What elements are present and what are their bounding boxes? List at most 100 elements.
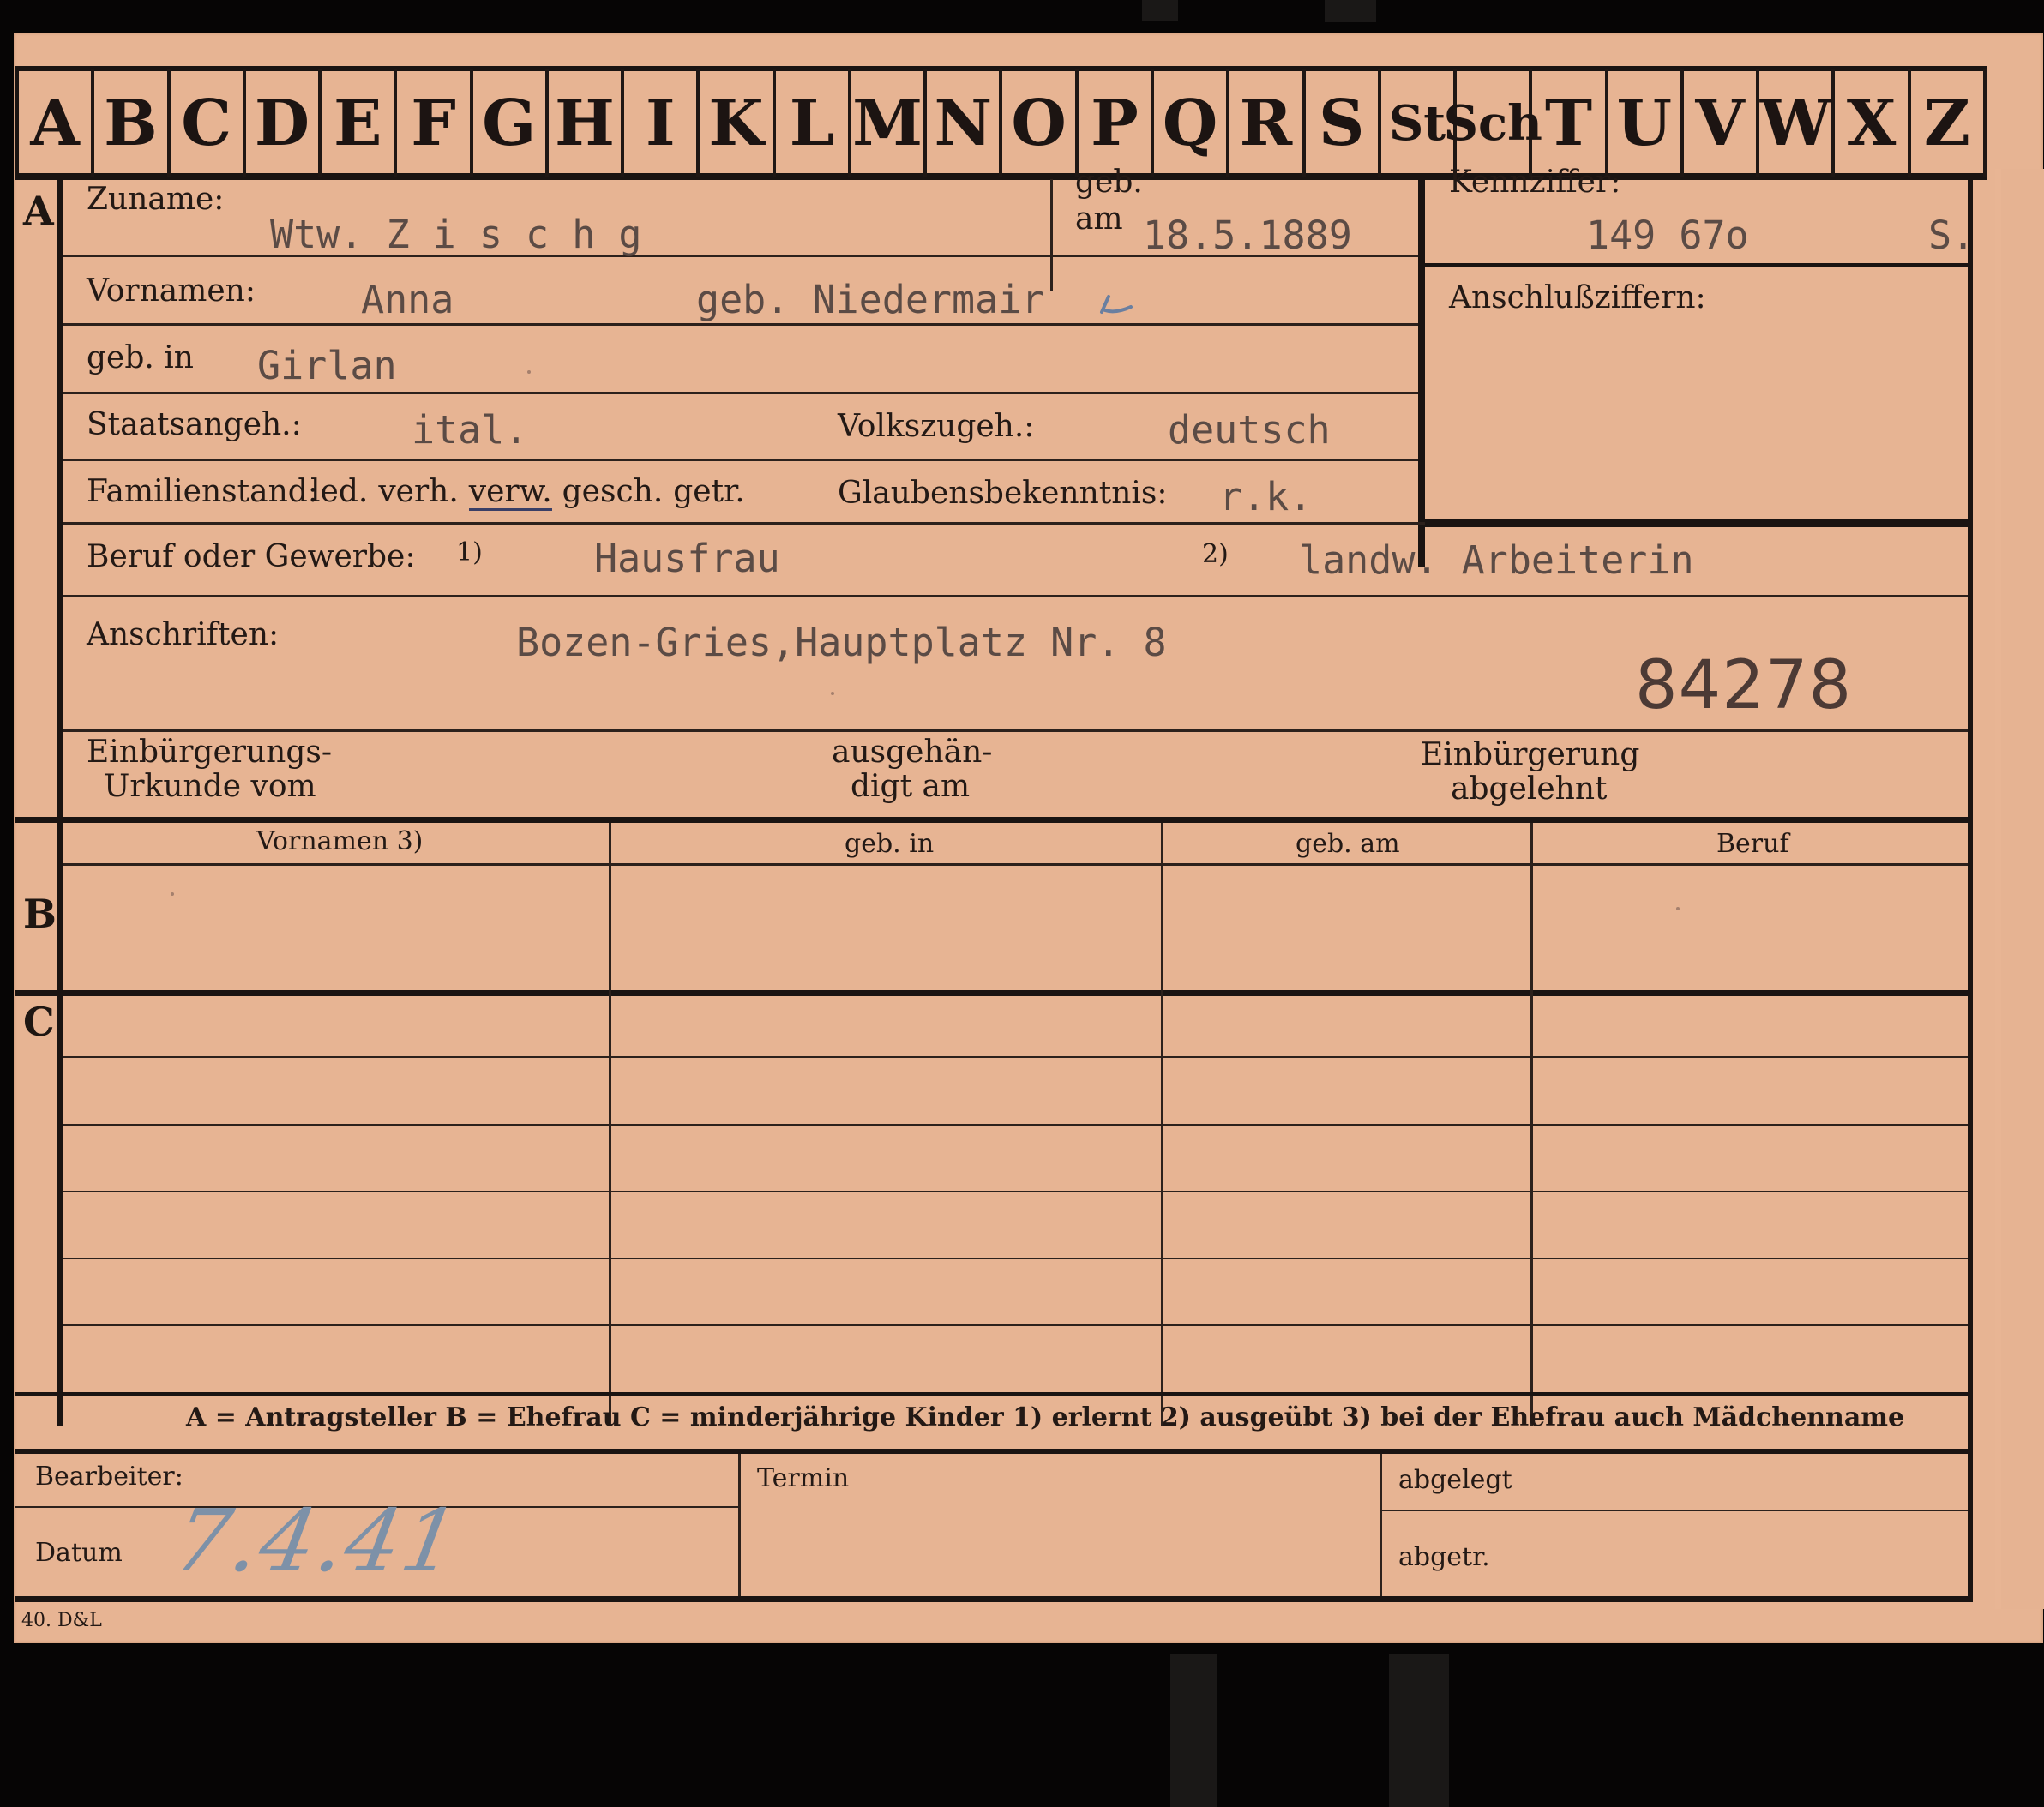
anschriften-value: Bozen-Gries,Hauptplatz Nr. 8 — [516, 620, 1167, 665]
glaubens-value: r.k. — [1219, 474, 1313, 519]
abgetr-label: abgetr. — [1398, 1542, 1490, 1572]
alphabet-tab-h[interactable]: H — [549, 69, 625, 177]
alphabet-tab-m[interactable]: M — [851, 69, 928, 177]
alphabet-tab-s[interactable]: S — [1306, 69, 1381, 177]
alphabet-tab-k[interactable]: K — [700, 69, 776, 177]
footer-divider-1 — [738, 1454, 741, 1600]
vornamen-value: Anna — [361, 277, 454, 322]
geb-in-value: Girlan — [257, 343, 397, 388]
alphabet-tab-sch[interactable]: Sch — [1444, 69, 1542, 177]
termin-label: Termin — [757, 1463, 850, 1493]
section-a-letter: A — [23, 188, 54, 234]
alphabet-tab-u[interactable]: U — [1608, 69, 1684, 177]
beruf-label: Beruf oder Gewerbe: — [87, 539, 416, 574]
col-header-vornamen: Vornamen 3) — [256, 826, 424, 856]
familienstand-label: Familienstand: — [87, 474, 318, 509]
paper-speck — [831, 692, 834, 695]
anschluss-label: Anschlußziffern: — [1449, 280, 1706, 315]
row-line-2 — [63, 323, 1418, 326]
zuname-value: Wtw. Z i s c h g — [270, 212, 642, 257]
familienstand-option: led. — [310, 474, 369, 509]
row-line-4 — [63, 459, 1418, 461]
alphabet-tab-x[interactable]: X — [1835, 69, 1911, 177]
geb-in-label: geb. in — [87, 340, 194, 375]
alphabet-tab-q[interactable]: Q — [1154, 69, 1230, 177]
col-header-geb-am: geb. am — [1296, 829, 1400, 859]
paper-speck — [171, 892, 174, 896]
form-code: 40. D&L — [21, 1610, 102, 1631]
section-a-bottom — [15, 817, 1973, 823]
paper-speck — [1676, 907, 1680, 910]
abgelehnt-line-2: abgelehnt — [1451, 771, 1608, 807]
col-header-beruf: Beruf — [1716, 829, 1789, 859]
frame-right — [1968, 179, 1973, 1598]
volkszugeh-value: deutsch — [1168, 407, 1331, 453]
alphabet-tab-f[interactable]: F — [397, 69, 473, 177]
einbuergerung-urkunde-line-2: Urkunde vom — [104, 769, 316, 804]
staatsangeh-label: Staatsangeh.: — [87, 407, 302, 442]
legend-text: A = Antragsteller B = Ehefrau C = minder… — [186, 1402, 1905, 1432]
alphabet-tab-z[interactable]: Z — [1911, 69, 1987, 177]
row-line-6 — [63, 595, 1968, 597]
alphabet-tab-i[interactable]: I — [624, 69, 700, 177]
c-row-line-4 — [63, 1258, 1968, 1259]
datum-label: Datum — [35, 1538, 123, 1568]
scan-streak-bottom — [1170, 1654, 1217, 1807]
scan-streak-top-2 — [1325, 0, 1376, 22]
legend-bottom — [15, 1449, 1973, 1454]
c-row-line-5 — [63, 1324, 1968, 1326]
alphabet-tab-e[interactable]: E — [322, 69, 398, 177]
geb-am-value: 18.5.1889 — [1143, 213, 1352, 258]
staatsangeh-value: ital. — [412, 407, 528, 453]
alphabet-tab-p[interactable]: P — [1079, 69, 1155, 177]
abgelegt-label: abgelegt — [1398, 1465, 1512, 1495]
kennziffer-box-bottom — [1425, 519, 1969, 527]
familienstand-option: verh. — [378, 474, 459, 509]
alphabet-tab-c[interactable]: C — [171, 69, 246, 177]
alphabet-tab-v[interactable]: V — [1684, 69, 1760, 177]
beruf-value-2: landw. Arbeiterin — [1299, 537, 1694, 583]
alphabet-tab-o[interactable]: O — [1003, 69, 1079, 177]
beruf-note-1: 1) — [456, 537, 483, 567]
row-line-5 — [63, 522, 1425, 525]
alphabet-tab-d[interactable]: D — [246, 69, 322, 177]
alphabet-tab-w[interactable]: W — [1759, 69, 1836, 177]
alphabet-tab-l[interactable]: L — [776, 69, 851, 177]
familienstand-option: gesch. — [562, 474, 664, 509]
glaubens-label: Glaubensbekenntnis: — [838, 476, 1168, 511]
alphabet-tab-r[interactable]: R — [1229, 69, 1306, 177]
datum-handwritten-value: 7.4.41 — [166, 1491, 468, 1591]
anschriften-label: Anschriften: — [87, 617, 280, 652]
abgelehnt-line-1: Einbürgerung — [1421, 737, 1640, 772]
section-b-letter: B — [23, 891, 57, 937]
c-row-line-1 — [63, 1056, 1968, 1058]
alphabet-tabs: A B C D E F G H I K L M N O P Q R S St Sch T U V W X Z — [15, 33, 1987, 180]
alphabet-tab-t[interactable]: T — [1532, 69, 1608, 177]
col-divider-2 — [1161, 823, 1163, 1426]
kennziffer-value: 149 67o — [1586, 213, 1749, 258]
check-mark-icon — [1100, 295, 1133, 314]
kennziffer-suffix: S. — [1928, 213, 1975, 258]
col-header-geb-in: geb. in — [845, 829, 935, 859]
number-stamp: 84278 — [1635, 647, 1853, 724]
familienstand-option-selected: verw. — [468, 474, 552, 511]
section-b-header-line — [63, 863, 1968, 866]
card-right-edge — [1995, 169, 2044, 1609]
col-divider-1 — [609, 823, 611, 1426]
alphabet-tab-b[interactable]: B — [94, 69, 171, 177]
geb-am-divider — [1050, 179, 1053, 291]
footer-bottom — [15, 1596, 1973, 1602]
index-card: A B C D E F G H I K L M N O P Q R S St Sch T U V W X Z A Zuname: … — [14, 33, 2044, 1643]
kennziffer-box-left — [1418, 179, 1425, 567]
maiden-name-value: geb. Niedermair — [696, 277, 1045, 322]
volkszugeh-label: Volkszugeh.: — [838, 409, 1035, 444]
familienstand-option: getr. — [673, 474, 745, 509]
alphabet-tab-a[interactable]: A — [19, 69, 95, 177]
kennziffer-label: Kennziffer: — [1449, 165, 1621, 200]
alphabet-tab-n[interactable]: N — [927, 69, 1003, 177]
einbuergerung-urkunde-line-1: Einbürgerungs- — [87, 735, 333, 770]
footer-row-line-right — [1382, 1510, 1968, 1511]
alphabet-tab-g[interactable]: G — [473, 69, 549, 177]
paper-speck — [527, 370, 531, 374]
vornamen-label: Vornamen: — [87, 273, 256, 309]
